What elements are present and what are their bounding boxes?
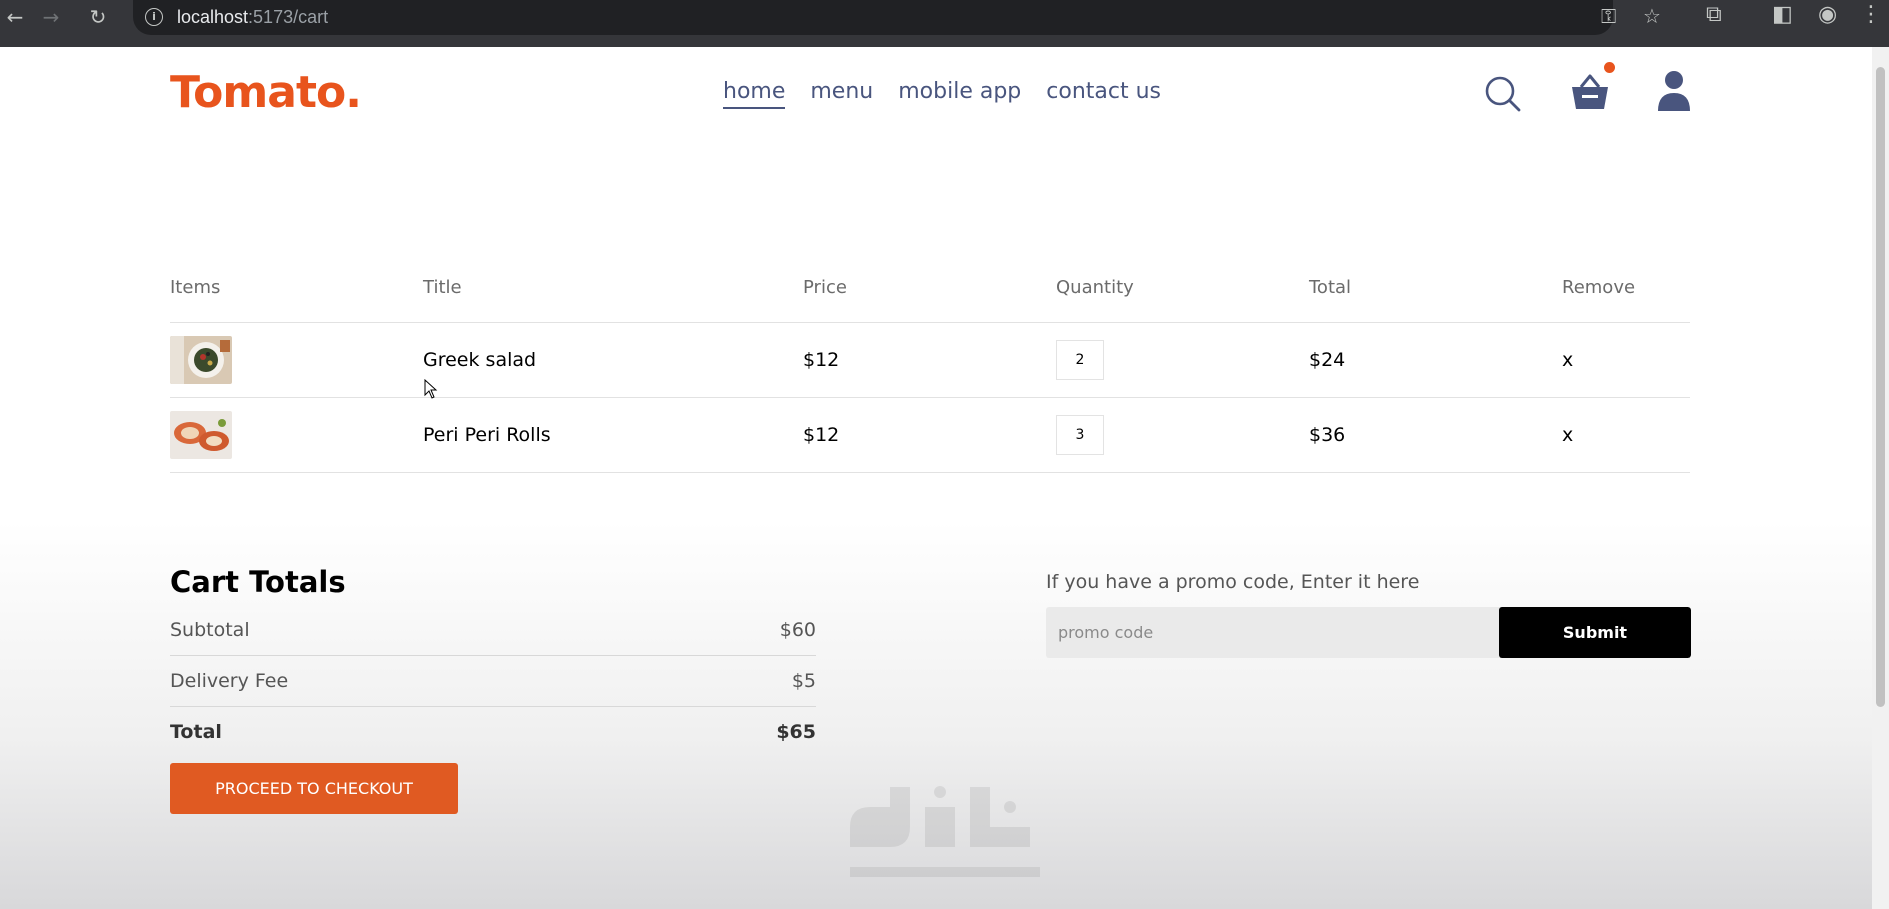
promo-label: If you have a promo code, Enter it here	[1046, 571, 1420, 593]
table-row: Greek salad $12 2 $24 x	[170, 323, 1690, 397]
more-menu-icon[interactable]: ⋮	[1860, 2, 1882, 27]
header-quantity: Quantity	[1056, 276, 1134, 298]
bookmark-star-icon[interactable]: ☆	[1643, 4, 1661, 28]
item-total: $36	[1309, 424, 1346, 446]
browser-toolbar: ← → ↻ i localhost:5173/cart ⚿ ☆ ⧉ ◧ ◉ ⋮	[0, 0, 1889, 47]
remove-button[interactable]: x	[1562, 349, 1690, 371]
cart-badge	[1604, 62, 1615, 73]
quantity-field[interactable]: 2	[1056, 340, 1104, 380]
subtotal-label: Subtotal	[170, 619, 250, 641]
password-key-icon[interactable]: ⚿	[1601, 4, 1616, 28]
scrollbar-thumb[interactable]	[1876, 67, 1885, 707]
watermark-logo	[850, 786, 1040, 877]
forward-icon[interactable]: →	[36, 0, 66, 35]
greek-salad-image	[170, 336, 232, 384]
header-remove: Remove	[1562, 276, 1636, 298]
promo-box: Submit	[1046, 607, 1691, 658]
profile-icon[interactable]	[1656, 69, 1692, 113]
search-icon[interactable]	[1484, 75, 1522, 113]
promo-code-input[interactable]	[1046, 607, 1499, 658]
total-value: $65	[776, 721, 816, 743]
total-line: Total $65	[170, 713, 816, 751]
basket-icon[interactable]	[1569, 71, 1611, 113]
item-total: $24	[1309, 349, 1346, 371]
checkout-button[interactable]: PROCEED TO CHECKOUT	[170, 763, 458, 814]
scrollbar[interactable]	[1872, 47, 1889, 909]
nav-menu: home menu mobile app contact us	[723, 79, 1161, 109]
site-info-icon[interactable]: i	[145, 8, 163, 26]
nav-contact-us[interactable]: contact us	[1046, 79, 1161, 109]
remove-button[interactable]: x	[1562, 424, 1690, 446]
divider	[170, 655, 816, 656]
extensions-icon[interactable]: ⧉	[1706, 2, 1722, 27]
delivery-label: Delivery Fee	[170, 670, 289, 692]
nav-mobile-app[interactable]: mobile app	[898, 79, 1021, 109]
header-price: Price	[803, 276, 847, 298]
item-title: Peri Peri Rolls	[423, 424, 551, 446]
promo-section: If you have a promo code, Enter it here …	[1046, 571, 1691, 658]
back-icon[interactable]: ←	[0, 0, 30, 35]
peri-peri-rolls-image	[170, 411, 232, 459]
subtotal-value: $60	[779, 619, 816, 641]
delivery-line: Delivery Fee $5	[170, 662, 816, 700]
total-label: Total	[170, 721, 222, 743]
header-title: Title	[423, 276, 462, 298]
delivery-value: $5	[791, 670, 816, 692]
side-panel-icon[interactable]: ◧	[1772, 2, 1793, 27]
table-header: Items Title Price Quantity Total Remove	[170, 272, 1690, 302]
item-price: $12	[803, 424, 840, 446]
cart-totals-heading: Cart Totals	[170, 565, 346, 599]
cart-table: Items Title Price Quantity Total Remove …	[170, 272, 1690, 473]
page-viewport: Tomato. home menu mobile app contact us …	[0, 47, 1872, 909]
item-title: Greek salad	[423, 349, 537, 371]
profile-avatar-icon[interactable]: ◉	[1818, 2, 1837, 27]
mouse-cursor-icon	[424, 379, 438, 399]
reload-icon[interactable]: ↻	[83, 0, 113, 35]
divider	[170, 472, 1690, 473]
table-row: Peri Peri Rolls $12 3 $36 x	[170, 398, 1690, 472]
header-total: Total	[1309, 276, 1352, 298]
nav-home[interactable]: home	[723, 79, 786, 109]
subtotal-line: Subtotal $60	[170, 611, 816, 649]
cart-totals: Cart Totals Subtotal $60 Delivery Fee $5…	[170, 565, 816, 814]
quantity-field[interactable]: 3	[1056, 415, 1104, 455]
logo[interactable]: Tomato.	[170, 67, 362, 118]
divider	[170, 706, 816, 707]
address-bar[interactable]: i localhost:5173/cart ⚿ ☆	[133, 0, 1661, 35]
header-items: Items	[170, 276, 221, 298]
url-text[interactable]: localhost:5173/cart	[177, 7, 328, 28]
nav-menu-link[interactable]: menu	[810, 79, 873, 109]
item-price: $12	[803, 349, 840, 371]
promo-submit-button[interactable]: Submit	[1499, 607, 1691, 658]
